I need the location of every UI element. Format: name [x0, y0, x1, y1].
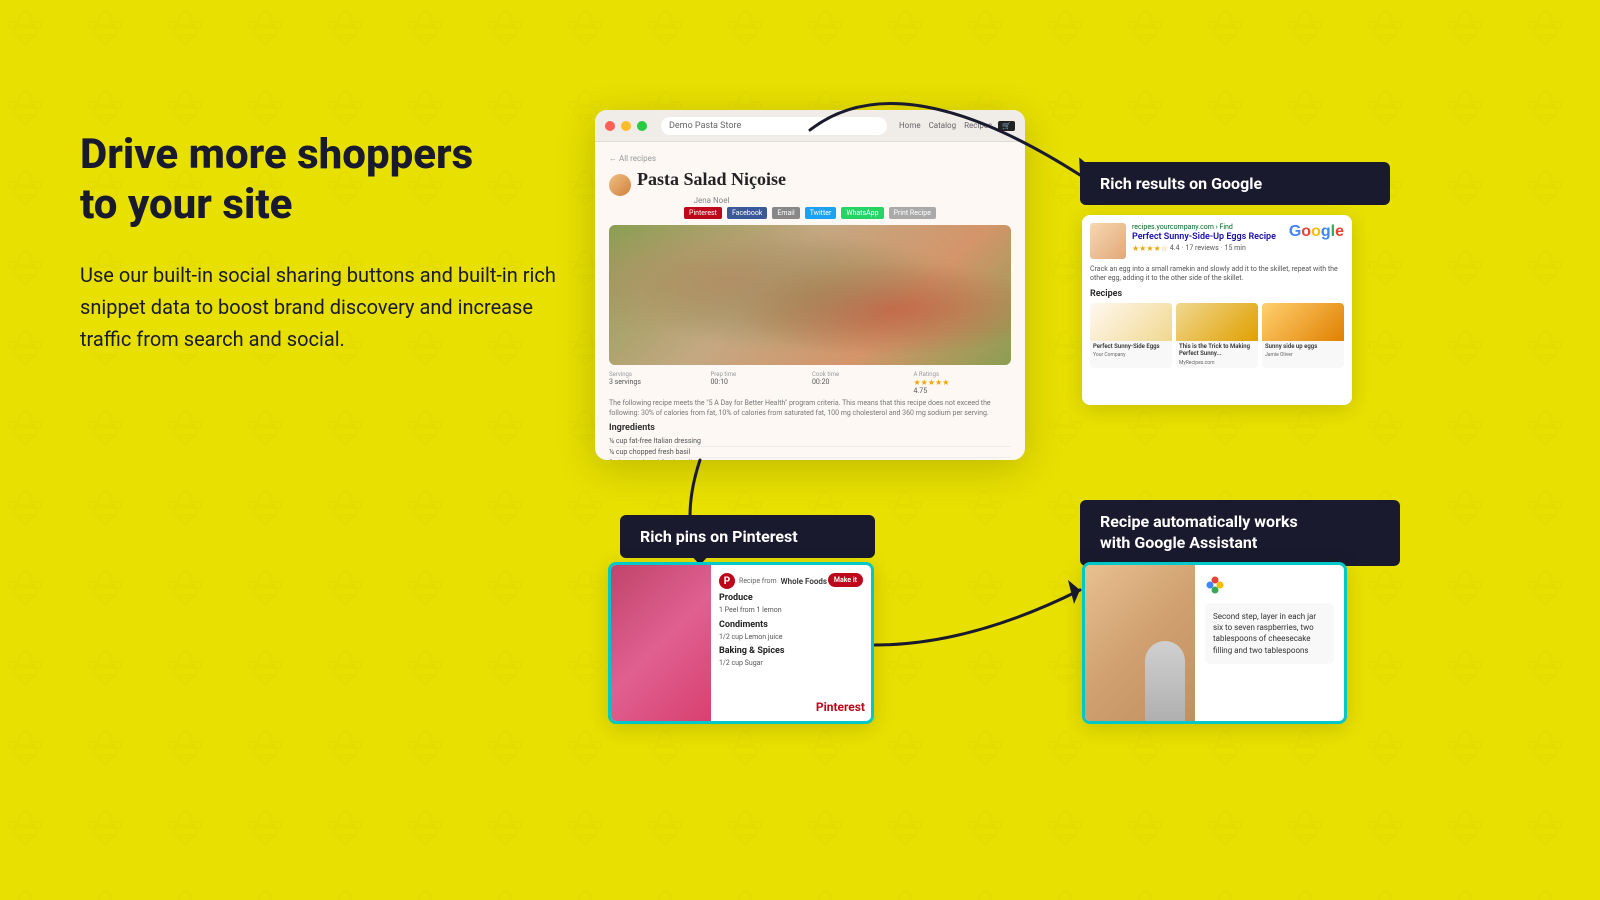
recipe-author: Jena Noel — [637, 196, 786, 205]
recipe-hero-image — [609, 225, 1011, 365]
assistant-label-badge: Recipe automatically workswith Google As… — [1080, 500, 1400, 566]
recipe-meta: Servings 3 servings Prep time 00:10 Cook… — [609, 371, 1011, 395]
google-stars-row: ★★★★☆ 4.4 · 17 reviews · 15 min — [1132, 244, 1344, 253]
recipe-card-name-2: This is the Trick to Making Perfect Sunn… — [1176, 341, 1258, 359]
google-rich-results-card: recipes.yourcompany.com › Find Perfect S… — [1082, 215, 1352, 405]
assistant-speech-bubble: Second step, layer in each jar six to se… — [1205, 603, 1334, 664]
browser-max-dot — [637, 121, 647, 131]
recipe-browser-mockup: Demo Pasta Store Home Catalog Recipes 🛒 … — [595, 110, 1025, 460]
pinterest-p-icon: P — [719, 573, 735, 589]
google-recipe-card-3: Sunny side up eggs Jamie Oliver — [1262, 303, 1344, 367]
nav-home: Home — [899, 121, 921, 130]
recipe-card-name-1: Perfect Sunny-Side Eggs — [1090, 341, 1172, 352]
left-section: Drive more shoppers to your site Use our… — [80, 130, 560, 355]
ingredient-3: 2 cloves minced fresh garlic — [609, 458, 1011, 460]
recipe-card-image-2 — [1176, 303, 1258, 341]
recipe-card-name-3: Sunny side up eggs — [1262, 341, 1344, 352]
body-text: Use our built-in social sharing buttons … — [80, 259, 560, 355]
google-recipe-card-1: Perfect Sunny-Side Eggs Your Company — [1090, 303, 1172, 367]
speaker-device-shape — [1145, 641, 1185, 721]
recipe-social-buttons: Pinterest Facebook Email Twitter WhatsAp… — [609, 207, 1011, 219]
google-result-thumbnail — [1090, 223, 1126, 259]
ingredient-2: ¼ cup chopped fresh basil — [609, 447, 1011, 458]
pinterest-produce-item: 1 Peel from 1 lemon — [719, 605, 863, 616]
assistant-header — [1205, 575, 1334, 595]
recipe-card-source-3: Jamie Oliver — [1262, 352, 1344, 360]
author-avatar — [609, 174, 631, 196]
google-recipe-cards: Perfect Sunny-Side Eggs Your Company Thi… — [1090, 303, 1344, 367]
pinterest-card-inner: P Recipe from Whole Foods Market Make it… — [611, 565, 871, 721]
pinterest-baking-title: Baking & Spices — [719, 646, 863, 656]
pinterest-logo: Pinterest — [816, 696, 865, 715]
nav-recipes: Recipes — [964, 121, 992, 130]
pinterest-content: P Recipe from Whole Foods Market Make it… — [711, 565, 871, 721]
ingredient-1: ¼ cup fat-free Italian dressing — [609, 436, 1011, 447]
assistant-icon — [1205, 575, 1225, 595]
twitter-share-btn[interactable]: Twitter — [805, 207, 837, 219]
pinterest-condiments-title: Condiments — [719, 620, 863, 630]
recipe-card-image-3 — [1262, 303, 1344, 341]
google-logo: Google — [1289, 223, 1344, 241]
recipe-card-source-1: Your Company — [1090, 352, 1172, 360]
recipe-card-image-1 — [1090, 303, 1172, 341]
pinterest-baking-item: 1/2 cup Sugar — [719, 658, 863, 669]
pinterest-produce-title: Produce — [719, 593, 863, 603]
google-recipe-card-2: This is the Trick to Making Perfect Sunn… — [1176, 303, 1258, 367]
browser-bar: Demo Pasta Store Home Catalog Recipes 🛒 — [595, 110, 1025, 142]
google-result-header: recipes.yourcompany.com › Find Perfect S… — [1090, 223, 1344, 259]
assistant-content: Second step, layer in each jar six to se… — [1195, 565, 1344, 721]
google-description: Crack an egg into a small ramekin and sl… — [1090, 265, 1344, 283]
browser-content: ← All recipes Pasta Salad Niçoise Jena N… — [595, 142, 1025, 460]
facebook-share-btn[interactable]: Facebook — [727, 207, 767, 219]
assistant-speaker-image — [1085, 565, 1195, 721]
pinterest-label-badge: Rich pins on Pinterest — [620, 515, 875, 558]
recipe-description: The following recipe meets the "5 A Day … — [609, 399, 1011, 419]
print-recipe-btn[interactable]: Print Recipe — [889, 207, 936, 219]
google-label-badge: Rich results on Google — [1080, 162, 1390, 205]
google-recipes-label: Recipes — [1090, 289, 1344, 299]
ingredients-title: Ingredients — [609, 423, 1011, 433]
google-assistant-card: Second step, layer in each jar six to se… — [1082, 562, 1347, 724]
recipe-card-source-2: MyRecipes.com — [1176, 360, 1258, 368]
assistant-card-inner: Second step, layer in each jar six to se… — [1085, 565, 1344, 721]
recipe-title: Pasta Salad Niçoise — [637, 169, 786, 190]
main-heading: Drive more shoppers to your site — [80, 130, 560, 231]
browser-url: Demo Pasta Store — [661, 117, 887, 135]
whatsapp-share-btn[interactable]: WhatsApp — [841, 207, 883, 219]
pinterest-condiments-item: 1/2 cup Lemon juice — [719, 632, 863, 643]
browser-close-dot — [605, 121, 615, 131]
pinterest-recipe-image — [611, 565, 711, 721]
email-share-btn[interactable]: Email — [772, 207, 799, 219]
cart-icon: 🛒 — [998, 121, 1015, 131]
pinterest-rich-pin-card: P Recipe from Whole Foods Market Make it… — [608, 562, 874, 724]
back-link: ← All recipes — [609, 154, 1011, 163]
browser-min-dot — [621, 121, 631, 131]
nav-catalog: Catalog — [929, 121, 957, 130]
pinterest-make-it-btn[interactable]: Make it — [828, 573, 863, 587]
pinterest-share-btn[interactable]: Pinterest — [684, 207, 722, 219]
